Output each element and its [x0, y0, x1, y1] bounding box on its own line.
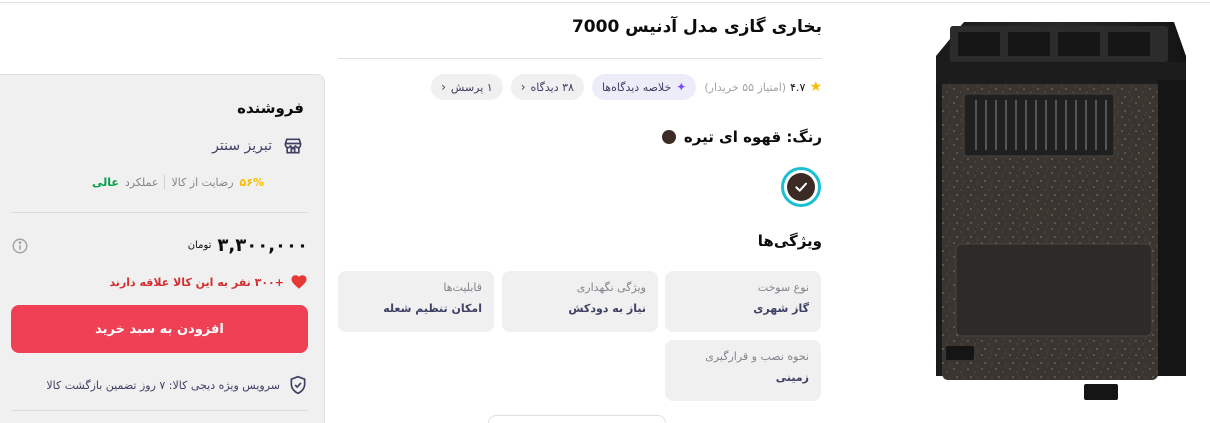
- chevron-left-icon: ‹: [441, 80, 446, 94]
- price-value: ۳,۳۰۰,۰۰۰: [217, 235, 308, 256]
- performance-label: عملکرد: [124, 175, 159, 189]
- info-icon[interactable]: [11, 237, 29, 255]
- feature-value: نیاز به دودکش: [568, 302, 646, 315]
- service-guarantee: سرویس ویژه دیجی کالا: ۷ روز تضمین بازگشت…: [46, 375, 308, 395]
- feature-card: نحوه نصب و قرارگیری زمینی: [665, 340, 821, 401]
- service-divider: [11, 410, 308, 411]
- feature-key: ویژگی نگهداری: [576, 281, 646, 294]
- feature-card: نوع سوخت گاز شهری: [665, 271, 821, 332]
- seller-divider: [11, 212, 308, 213]
- color-row: رنگ: قهوه ای تیره: [661, 128, 822, 146]
- feature-value: امکان تنظیم شعله: [383, 302, 482, 315]
- feature-card: قابلیت‌ها امکان تنظیم شعله: [338, 271, 494, 332]
- color-dot: [661, 130, 676, 144]
- questions-chip[interactable]: ۱ پرسش ‹: [431, 74, 503, 100]
- product-title: بخاری گازی مدل آدنیس 7000: [571, 17, 822, 37]
- service-text: سرویس ویژه دیجی کالا: ۷ روز تضمین بازگشت…: [46, 378, 280, 392]
- shield-check-icon: [288, 375, 308, 395]
- title-block: بخاری گازی مدل آدنیس 7000: [338, 0, 822, 59]
- performance-value: عالی: [91, 175, 119, 189]
- rating-count: (امتیاز ۵۵ خریدار): [704, 80, 787, 94]
- seller-name[interactable]: تبریز سنتر: [212, 138, 272, 154]
- chevron-left-icon: ‹: [520, 80, 526, 94]
- shop-icon: [282, 135, 304, 157]
- satisfaction-label: رضایت از کالا: [171, 175, 234, 189]
- rating-value: ۴.۷: [790, 80, 806, 94]
- price-row: ۳,۳۰۰,۰۰۰ تومان: [11, 235, 308, 256]
- currency-label: تومان: [187, 240, 212, 251]
- heart-icon: [290, 273, 308, 291]
- sparkle-icon: ✦: [676, 80, 687, 94]
- feature-key: قابلیت‌ها: [443, 281, 482, 294]
- price-wrap: ۳,۳۰۰,۰۰۰ تومان: [188, 235, 308, 256]
- rating: ★ ۴.۷ (امتیاز ۵۵ خریدار): [704, 80, 822, 94]
- feature-value: زمینی: [775, 371, 809, 384]
- feature-card: ویژگی نگهداری نیاز به دودکش: [502, 271, 658, 332]
- show-more-button[interactable]: [488, 415, 666, 423]
- star-icon: ★: [809, 79, 822, 95]
- add-to-cart-button[interactable]: افزودن به سبد خرید: [11, 305, 308, 353]
- check-icon: [795, 182, 807, 192]
- questions-label: ۱ پرسش: [450, 80, 493, 94]
- seller-row[interactable]: تبریز سنتر: [212, 135, 304, 157]
- color-swatch-selected[interactable]: [781, 167, 821, 207]
- rating-row: ★ ۴.۷ (امتیاز ۵۵ خریدار) ✦ خلاصه دیدگاه‌…: [431, 74, 822, 100]
- reviews-chip[interactable]: ۳۸ دیدگاه ‹: [510, 74, 584, 100]
- seller-title: فروشنده: [237, 99, 304, 117]
- reviews-summary-chip[interactable]: ✦ خلاصه دیدگاه‌ها: [591, 74, 697, 100]
- product-heater-image[interactable]: [924, 16, 1200, 408]
- summary-label: خلاصه دیدگاه‌ها: [601, 80, 672, 94]
- features-title: ویژگی‌ها: [757, 232, 822, 250]
- feature-key: نوع سوخت: [757, 281, 809, 294]
- satisfaction-percent: ۵۶%: [239, 175, 264, 189]
- interest-note: +۳۰۰ نفر به این کالا علاقه دارند: [109, 273, 308, 291]
- stats-separator: [164, 175, 166, 189]
- feature-key: نحوه نصب و قرارگیری: [705, 350, 809, 363]
- feature-value: گاز شهری: [753, 302, 809, 315]
- interest-text: +۳۰۰ نفر به این کالا علاقه دارند: [109, 275, 284, 289]
- swatch-inner: [787, 173, 815, 201]
- seller-card: فروشنده تبریز سنتر ۵۶% رضایت از کالا عمل…: [0, 74, 325, 423]
- color-label: رنگ: قهوه ای تیره: [683, 128, 822, 146]
- seller-stats: ۵۶% رضایت از کالا عملکرد عالی: [92, 175, 264, 189]
- reviews-label: ۳۸ دیدگاه: [530, 80, 574, 94]
